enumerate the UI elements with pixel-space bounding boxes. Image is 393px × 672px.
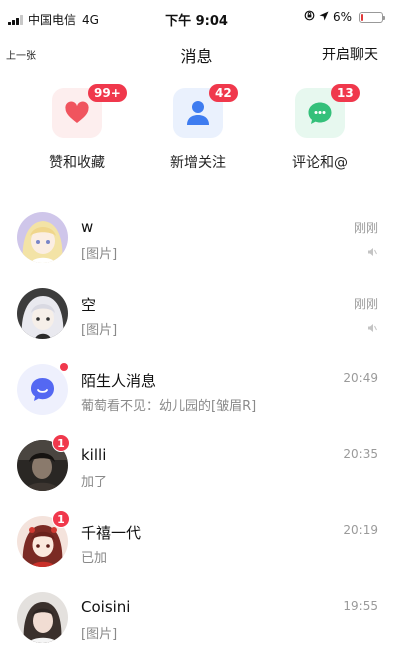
category-icon-box: 42 xyxy=(173,84,238,138)
message-preview: 已加 xyxy=(81,551,108,566)
message-time: 20:35 xyxy=(343,447,378,461)
message-preview: 加了 xyxy=(81,475,108,490)
contact-name: 陌生人消息 xyxy=(81,372,157,390)
status-right: 6% xyxy=(304,10,385,24)
unread-dot xyxy=(60,363,68,371)
contact-name: killi xyxy=(81,446,107,464)
message-list: w [图片] 刚刚 空 [图片] 刚刚 陌生人消息 葡萄看不见：幼儿园的[皱眉R… xyxy=(0,201,393,657)
category-label: 新增关注 xyxy=(170,155,226,171)
unread-count-badge: 1 xyxy=(52,510,70,528)
status-bar: 中国电信 4G 下午 9:04 6% xyxy=(0,0,393,34)
location-icon xyxy=(319,10,329,24)
avatar[interactable] xyxy=(17,212,68,263)
list-item[interactable]: 空 [图片] 刚刚 xyxy=(0,277,393,353)
avatar[interactable] xyxy=(17,288,68,339)
message-time: 20:19 xyxy=(343,523,378,537)
list-item[interactable]: 陌生人消息 葡萄看不见：幼儿园的[皱眉R] 20:49 xyxy=(0,353,393,429)
count-badge: 42 xyxy=(209,84,238,102)
message-time: 刚刚 xyxy=(353,221,378,235)
contact-name: 空 xyxy=(81,296,97,314)
battery-percent: 6% xyxy=(332,10,352,24)
list-item[interactable]: 1 killi 加了 20:35 xyxy=(0,429,393,505)
count-badge: 99+ xyxy=(88,84,127,102)
battery-icon xyxy=(359,11,385,23)
mute-icon xyxy=(368,248,377,256)
mute-icon xyxy=(368,324,377,332)
category-label: 赞和收藏 xyxy=(49,155,105,171)
comment-icon xyxy=(308,102,332,124)
start-chat-button[interactable]: 开启聊天 xyxy=(322,44,378,64)
message-preview: [图片] xyxy=(81,247,118,262)
category-new-followers[interactable]: 42 新增关注 xyxy=(143,84,253,172)
list-item[interactable]: w [图片] 刚刚 xyxy=(0,201,393,277)
category-comments[interactable]: 13 评论和@ xyxy=(265,84,375,172)
heart-icon xyxy=(65,101,89,123)
contact-name: 千禧一代 xyxy=(81,524,142,542)
message-time: 20:49 xyxy=(343,371,378,385)
list-item[interactable]: Coisini [图片] 19:55 xyxy=(0,581,393,657)
category-label: 评论和@ xyxy=(292,155,348,171)
list-item[interactable]: 1 千禧一代 已加 20:19 xyxy=(0,505,393,581)
message-time: 19:55 xyxy=(343,599,378,613)
message-preview: [图片] xyxy=(81,627,118,642)
category-icon-box: 13 xyxy=(295,84,360,138)
notification-categories: 99+ 赞和收藏 42 新增关注 13 评论和@ xyxy=(0,84,393,188)
orientation-lock-icon xyxy=(304,10,315,24)
unread-count-badge: 1 xyxy=(52,434,70,452)
person-icon xyxy=(187,101,209,125)
contact-name: Coisini xyxy=(81,598,131,616)
count-badge: 13 xyxy=(331,84,360,102)
avatar[interactable] xyxy=(17,592,68,643)
category-icon-box: 99+ xyxy=(52,84,127,138)
contact-name: w xyxy=(81,218,94,236)
message-time: 刚刚 xyxy=(353,297,378,311)
message-preview: [图片] xyxy=(81,323,118,338)
navigation-bar: 上一张 消息 开启聊天 xyxy=(0,34,393,72)
message-preview: 葡萄看不见：幼儿园的[皱眉R] xyxy=(81,399,257,414)
category-likes[interactable]: 99+ 赞和收藏 xyxy=(22,84,132,172)
avatar[interactable] xyxy=(17,364,68,415)
